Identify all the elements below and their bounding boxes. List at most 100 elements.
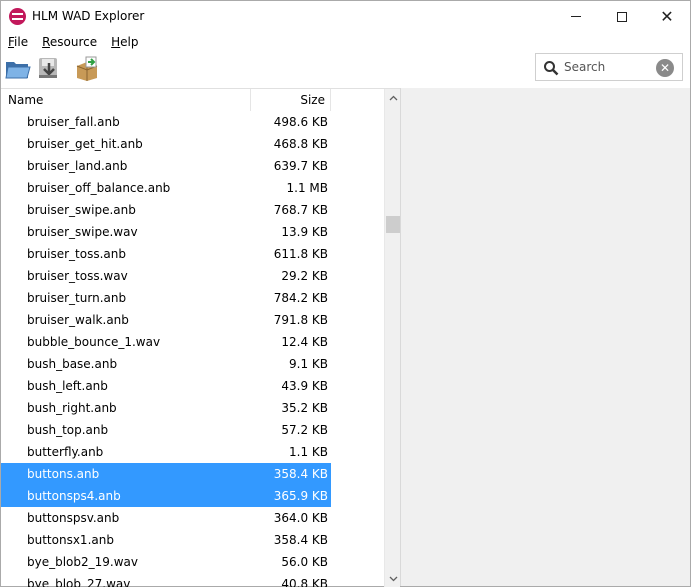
open-button[interactable]	[4, 54, 32, 82]
table-row[interactable]: buttons.anb 358.4 KB	[1, 463, 384, 485]
table-row[interactable]: bruiser_toss.wav 29.2 KB	[1, 265, 384, 287]
scroll-down-button[interactable]	[385, 570, 401, 587]
clear-search-icon[interactable]: ✕	[656, 59, 674, 77]
file-size-cell: 364.0 KB	[273, 511, 328, 525]
file-size-cell: 468.8 KB	[273, 137, 328, 151]
file-size-cell: 56.0 KB	[281, 555, 328, 569]
menu-bar: File Resource Help	[1, 32, 690, 52]
scroll-thumb[interactable]	[386, 216, 400, 233]
list-header: Name Size	[1, 89, 384, 111]
file-name-cell: bye_blob2_19.wav	[27, 555, 138, 569]
search-input[interactable]	[564, 57, 654, 77]
file-name-cell: buttonspsv.anb	[27, 511, 120, 525]
file-size-cell: 57.2 KB	[281, 423, 328, 437]
table-row[interactable]: bush_right.anb 35.2 KB	[1, 397, 384, 419]
search-icon	[544, 61, 559, 76]
file-name-cell: bruiser_off_balance.anb	[27, 181, 171, 195]
column-header-size[interactable]: Size	[251, 89, 331, 111]
list-rows: bruiser_fall.anb 498.6 KB bruiser_get_hit.…	[1, 111, 384, 587]
table-row[interactable]: bruiser_turn.anb 784.2 KB	[1, 287, 384, 309]
menu-help[interactable]: Help	[104, 32, 145, 52]
open-folder-icon	[5, 62, 31, 79]
maximize-button[interactable]	[599, 1, 645, 32]
file-size-cell: 40.8 KB	[281, 577, 328, 587]
table-row[interactable]: bye_blob_27.wav 40.8 KB	[1, 573, 384, 587]
save-icon	[39, 58, 57, 78]
table-row[interactable]: bush_left.anb 43.9 KB	[1, 375, 384, 397]
toolbar: ✕	[1, 52, 690, 88]
table-row[interactable]: bush_base.anb 9.1 KB	[1, 353, 384, 375]
file-size-cell: 358.4 KB	[273, 467, 328, 481]
file-size-cell: 768.7 KB	[273, 203, 328, 217]
file-name-cell: bruiser_toss.wav	[27, 269, 128, 283]
file-size-cell: 791.8 KB	[273, 313, 328, 327]
table-row[interactable]: bruiser_off_balance.anb 1.1 MB	[1, 177, 384, 199]
window-title: HLM WAD Explorer	[32, 9, 145, 23]
chevron-down-icon	[389, 576, 397, 581]
menu-resource[interactable]: Resource	[35, 32, 104, 52]
file-name-cell: bruiser_land.anb	[27, 159, 128, 173]
file-name-cell: buttons.anb	[27, 467, 100, 481]
scroll-up-button[interactable]	[385, 89, 401, 106]
table-row[interactable]: bruiser_land.anb 639.7 KB	[1, 155, 384, 177]
file-name-cell: bruiser_turn.anb	[27, 291, 127, 305]
app-window: HLM WAD Explorer ✕ File Resource Help Se…	[0, 0, 691, 587]
file-name-cell: buttonsx1.anb	[27, 533, 114, 547]
table-row[interactable]: buttonsx1.anb 358.4 KB	[1, 529, 384, 551]
file-name-cell: bush_left.anb	[27, 379, 108, 393]
table-row[interactable]: bruiser_get_hit.anb 468.8 KB	[1, 133, 384, 155]
vertical-scrollbar[interactable]	[384, 89, 400, 587]
column-header-name[interactable]: Name	[1, 89, 251, 111]
file-size-cell: 12.4 KB	[281, 335, 328, 349]
file-size-cell: 35.2 KB	[281, 401, 328, 415]
app-logo-icon	[9, 8, 26, 25]
file-name-cell: bush_base.anb	[27, 357, 118, 371]
file-size-cell: 1.1 KB	[289, 445, 328, 459]
menu-file[interactable]: File	[1, 32, 35, 52]
file-name-cell: bubble_bounce_1.wav	[27, 335, 161, 349]
file-name-cell: bruiser_fall.anb	[27, 115, 120, 129]
file-name-cell: bush_right.anb	[27, 401, 117, 415]
file-size-cell: 1.1 MB	[286, 181, 328, 195]
file-size-cell: 639.7 KB	[273, 159, 328, 173]
detail-pane	[403, 88, 690, 586]
close-icon: ✕	[660, 6, 674, 26]
minimize-icon	[571, 16, 581, 17]
file-size-cell: 29.2 KB	[281, 269, 328, 283]
table-row[interactable]: bush_top.anb 57.2 KB	[1, 419, 384, 441]
file-size-cell: 365.9 KB	[273, 489, 328, 503]
file-name-cell: bruiser_swipe.anb	[27, 203, 136, 217]
file-list: Name Size bruiser_fall.anb 498.6 KB bruise…	[1, 88, 400, 587]
file-size-cell: 784.2 KB	[273, 291, 328, 305]
table-row[interactable]: bruiser_fall.anb 498.6 KB	[1, 111, 384, 133]
export-icon	[76, 56, 98, 81]
file-name-cell: bruiser_swipe.wav	[27, 225, 138, 239]
close-button[interactable]: ✕	[644, 1, 690, 32]
table-row[interactable]: buttonspsv.anb 364.0 KB	[1, 507, 384, 529]
table-row[interactable]: buttonsps4.anb 365.9 KB	[1, 485, 384, 507]
search-box[interactable]: ✕	[535, 53, 683, 81]
file-name-cell: bruiser_toss.anb	[27, 247, 126, 261]
table-row[interactable]: bruiser_walk.anb 791.8 KB	[1, 309, 384, 331]
file-name-cell: butterfly.anb	[27, 445, 104, 459]
table-row[interactable]: bruiser_toss.anb 611.8 KB	[1, 243, 384, 265]
file-name-cell: bush_top.anb	[27, 423, 109, 437]
chevron-up-icon	[389, 95, 397, 100]
file-name-cell: buttonsps4.anb	[27, 489, 121, 503]
table-row[interactable]: bye_blob2_19.wav 56.0 KB	[1, 551, 384, 573]
title-bar[interactable]: HLM WAD Explorer ✕	[1, 1, 690, 32]
file-size-cell: 611.8 KB	[273, 247, 328, 261]
table-row[interactable]: bruiser_swipe.wav 13.9 KB	[1, 221, 384, 243]
file-size-cell: 43.9 KB	[281, 379, 328, 393]
file-size-cell: 13.9 KB	[281, 225, 328, 239]
table-row[interactable]: bubble_bounce_1.wav 12.4 KB	[1, 331, 384, 353]
maximize-icon	[617, 11, 627, 22]
table-row[interactable]: butterfly.anb 1.1 KB	[1, 441, 384, 463]
file-size-cell: 358.4 KB	[273, 533, 328, 547]
minimize-button[interactable]	[553, 1, 599, 32]
table-row[interactable]: bruiser_swipe.anb 768.7 KB	[1, 199, 384, 221]
file-size-cell: 498.6 KB	[273, 115, 328, 129]
export-button[interactable]	[73, 54, 101, 82]
file-name-cell: bruiser_walk.anb	[27, 313, 129, 327]
save-button[interactable]	[35, 54, 63, 82]
